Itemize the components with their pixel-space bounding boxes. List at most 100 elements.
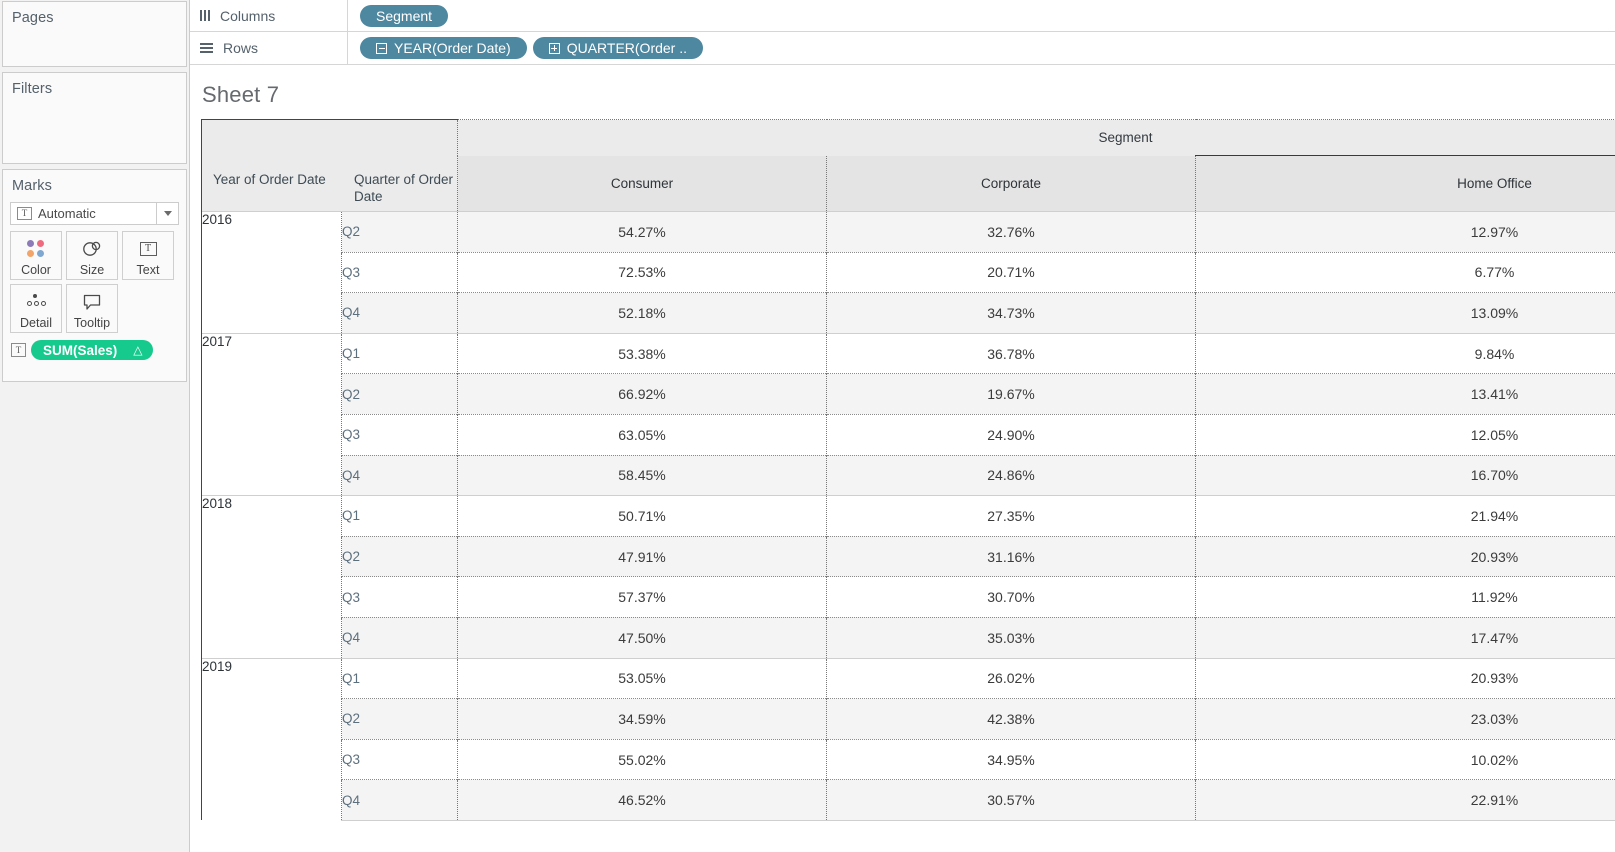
marks-detail-button[interactable]: Detail [10, 284, 62, 333]
cell-value[interactable]: 30.57% [826, 779, 1196, 821]
marks-color-button[interactable]: Color [10, 231, 62, 280]
cell-value[interactable]: 10.02% [1194, 738, 1615, 780]
row-header-quarter[interactable]: Q2 [341, 373, 458, 415]
table-row[interactable]: Q3 72.53% 20.71% 6.77% [202, 251, 1615, 293]
cell-value[interactable]: 54.27% [457, 211, 827, 253]
cell-value[interactable]: 31.16% [826, 535, 1196, 577]
cell-value[interactable]: 19.67% [826, 373, 1196, 415]
cell-value[interactable]: 21.94% [1194, 495, 1615, 537]
cell-value[interactable]: 57.37% [457, 576, 827, 618]
table-row[interactable]: Q2 47.91% 31.16% 20.93% [202, 535, 1615, 577]
table-row[interactable]: 2018 Q1 50.71% 27.35% 21.94% [201, 495, 1615, 659]
marks-tooltip-button[interactable]: Tooltip [66, 284, 118, 333]
cell-value[interactable]: 26.02% [826, 657, 1196, 699]
table-row[interactable]: 2017 Q1 53.38% 36.78% 9.84% [201, 332, 1615, 496]
table-row[interactable]: Q2 66.92% 19.67% 13.41% [202, 373, 1615, 415]
cell-value[interactable]: 13.41% [1194, 373, 1615, 415]
column-header-consumer[interactable]: Consumer [457, 155, 827, 212]
cell-value[interactable]: 6.77% [1194, 251, 1615, 293]
rows-shelf[interactable]: Rows YEAR(Order Date) QUARTER(Order .. [190, 32, 1615, 65]
marks-text-button[interactable]: T Text [122, 231, 174, 280]
cell-value[interactable]: 23.03% [1194, 698, 1615, 740]
crosstab-table-container[interactable]: Segment Consumer Corporate Home Office 2… [201, 119, 1615, 852]
cell-value[interactable]: 53.05% [457, 657, 827, 699]
row-header-year[interactable]: 2018 [201, 495, 342, 659]
cell-value[interactable]: 12.97% [1194, 211, 1615, 253]
cell-value[interactable]: 42.38% [826, 698, 1196, 740]
cell-value[interactable]: 32.76% [826, 211, 1196, 253]
marks-size-button[interactable]: Size [66, 231, 118, 280]
row-header-quarter[interactable]: Q3 [341, 413, 458, 456]
table-row[interactable]: Q4 58.45% 24.86% 16.70% [202, 454, 1615, 496]
row-header-quarter[interactable]: Q2 [341, 535, 458, 577]
mark-type-dropdown[interactable]: T Automatic [10, 202, 179, 225]
minus-expander-icon[interactable] [376, 42, 387, 54]
column-group-header-segment[interactable]: Segment [456, 119, 1615, 156]
column-header-corporate[interactable]: Corporate [826, 155, 1196, 212]
cell-value[interactable]: 63.05% [457, 413, 827, 456]
pill-quarter-order-date[interactable]: QUARTER(Order .. [532, 37, 704, 59]
table-row[interactable]: Q4 52.18% 34.73% 13.09% [202, 292, 1615, 334]
row-header-quarter[interactable]: Q1 [341, 657, 458, 699]
column-header-home-office[interactable]: Home Office [1194, 155, 1615, 212]
cell-value[interactable]: 20.93% [1194, 657, 1615, 699]
cell-value[interactable]: 11.92% [1194, 576, 1615, 618]
table-row[interactable]: Q3 63.05% 24.90% 12.05% [202, 413, 1615, 456]
cell-value[interactable]: 12.05% [1194, 413, 1615, 456]
cell-value[interactable]: 55.02% [457, 738, 827, 780]
pill-segment[interactable]: Segment [360, 4, 449, 27]
cell-value[interactable]: 46.52% [457, 779, 827, 821]
table-row[interactable]: Q4 47.50% 35.03% 17.47% [202, 616, 1615, 659]
cell-value[interactable]: 66.92% [457, 373, 827, 415]
cell-value[interactable]: 58.45% [457, 454, 827, 496]
row-header-year[interactable]: 2016 [201, 211, 342, 334]
pages-card[interactable]: Pages [2, 1, 187, 67]
cell-value[interactable]: 72.53% [457, 251, 827, 293]
cell-value[interactable]: 24.86% [826, 454, 1196, 496]
cell-value[interactable]: 9.84% [1194, 332, 1615, 374]
cell-value[interactable]: 34.73% [826, 292, 1196, 334]
table-row[interactable]: Q3 57.37% 30.70% 11.92% [202, 576, 1615, 618]
row-header-quarter[interactable]: Q4 [341, 292, 458, 334]
columns-shelf[interactable]: Columns Segment [190, 0, 1615, 32]
row-header-quarter[interactable]: Q2 [341, 698, 458, 740]
table-row[interactable]: Q4 46.52% 30.57% 22.91% [202, 779, 1615, 821]
cell-value[interactable]: 35.03% [826, 616, 1196, 659]
cell-value[interactable]: 52.18% [457, 292, 827, 334]
row-header-quarter[interactable]: Q4 [341, 779, 458, 821]
marks-pill-sum-sales[interactable]: SUM(Sales) △ [31, 340, 153, 360]
cell-value[interactable]: 36.78% [826, 332, 1196, 374]
cell-value[interactable]: 34.59% [457, 698, 827, 740]
row-header-quarter[interactable]: Q1 [341, 332, 458, 374]
cell-value[interactable]: 24.90% [826, 413, 1196, 456]
cell-value[interactable]: 50.71% [457, 495, 827, 537]
row-header-year[interactable]: 2019 [201, 657, 342, 821]
cell-value[interactable]: 20.93% [1194, 535, 1615, 577]
table-row[interactable]: Q2 34.59% 42.38% 23.03% [202, 698, 1615, 740]
cell-value[interactable]: 13.09% [1194, 292, 1615, 334]
row-header-year[interactable]: 2017 [201, 332, 342, 496]
row-header-quarter[interactable]: Q3 [341, 738, 458, 780]
cell-value[interactable]: 34.95% [826, 738, 1196, 780]
row-header-quarter[interactable]: Q4 [341, 454, 458, 496]
cell-value[interactable]: 16.70% [1194, 454, 1615, 496]
cell-value[interactable]: 17.47% [1194, 616, 1615, 659]
cell-value[interactable]: 27.35% [826, 495, 1196, 537]
row-header-quarter[interactable]: Q3 [341, 576, 458, 618]
cell-value[interactable]: 20.71% [826, 251, 1196, 293]
row-header-quarter[interactable]: Q2 [341, 211, 458, 253]
row-header-quarter[interactable]: Q3 [341, 251, 458, 293]
cell-value[interactable]: 47.50% [457, 616, 827, 659]
table-row[interactable]: Q3 55.02% 34.95% 10.02% [202, 738, 1615, 780]
cell-value[interactable]: 22.91% [1194, 779, 1615, 821]
table-row[interactable]: 2016 Q2 54.27% 32.76% 12.97% [201, 211, 1615, 334]
chevron-down-icon[interactable] [156, 203, 178, 224]
row-header-quarter[interactable]: Q1 [341, 495, 458, 537]
cell-value[interactable]: 53.38% [457, 332, 827, 374]
plus-expander-icon[interactable] [548, 42, 560, 54]
cell-value[interactable]: 47.91% [457, 535, 827, 577]
pill-year-order-date[interactable]: YEAR(Order Date) [360, 37, 527, 59]
filters-card[interactable]: Filters [2, 72, 187, 164]
row-header-quarter[interactable]: Q4 [341, 616, 458, 659]
cell-value[interactable]: 30.70% [826, 576, 1196, 618]
